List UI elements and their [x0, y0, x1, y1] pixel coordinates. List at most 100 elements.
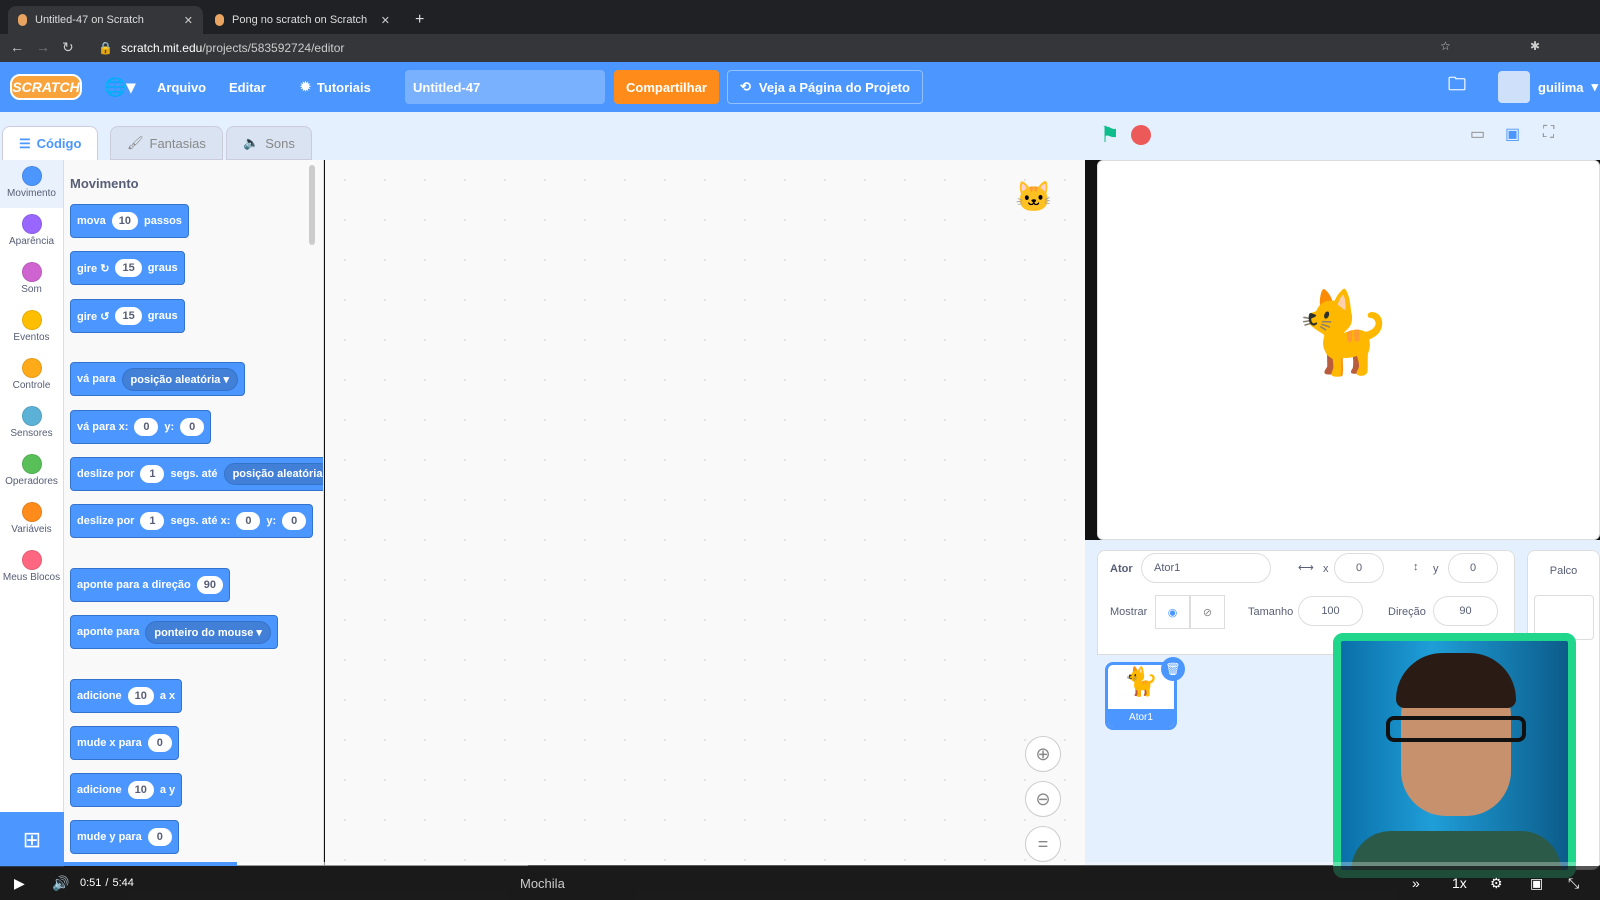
category-controle[interactable]: Controle — [0, 352, 63, 400]
stop-icon[interactable] — [1131, 125, 1151, 145]
sprite-thumbnail-name: Ator1 — [1108, 709, 1174, 727]
delete-sprite-trash-icon[interactable]: 🗑 — [1161, 657, 1185, 681]
play-icon[interactable]: ▶ — [14, 866, 25, 900]
block-input[interactable]: 15 — [115, 307, 142, 325]
block-text: a y — [159, 784, 176, 796]
reload-icon[interactable]: ↻ — [62, 39, 74, 56]
palette-scrollbar[interactable] — [309, 165, 315, 245]
motion-block[interactable]: adicione 10 a y — [70, 773, 183, 807]
category-dot-icon — [21, 454, 42, 474]
miniplayer-icon[interactable]: ▣ — [1530, 866, 1543, 900]
size-input[interactable]: 100 — [1298, 596, 1363, 626]
direction-input[interactable]: 90 — [1433, 596, 1498, 626]
add-extension-button[interactable]: ⊞ — [0, 812, 64, 867]
block-text: mude y para — [77, 831, 142, 843]
fullscreen-icon[interactable]: ⛶ — [1543, 124, 1554, 142]
motion-block[interactable]: gire ↻ 15 graus — [70, 251, 185, 285]
y-input[interactable]: 0 — [1448, 553, 1498, 583]
zoom-out-button[interactable]: ⊖ — [1025, 781, 1061, 817]
tab-label: Sons — [265, 135, 295, 151]
forward-icon[interactable]: → — [36, 39, 50, 55]
motion-block[interactable]: aponte para a direção 90 — [70, 568, 230, 602]
new-tab-button[interactable]: + — [405, 6, 434, 34]
small-stage-icon[interactable]: ▭ — [1470, 124, 1485, 144]
motion-block[interactable]: mude y para 0 — [70, 820, 179, 854]
category-sensores[interactable]: Sensores — [0, 400, 63, 448]
category-eventos[interactable]: Eventos — [0, 304, 63, 352]
motion-block[interactable]: aponte para ponteiro do mouse ▾ — [70, 615, 278, 649]
cat-sprite[interactable]: 🐈 — [1293, 286, 1393, 380]
menu-file[interactable]: Arquivo — [157, 62, 206, 112]
see-project-page-button[interactable]: ⟲ Veja a Página do Projeto — [727, 70, 923, 104]
extensions-icon[interactable]: ✱ — [1530, 39, 1540, 53]
motion-block[interactable]: mova 10 passos — [70, 204, 189, 238]
large-stage-icon[interactable]: ▣ — [1505, 124, 1520, 144]
block-input[interactable]: 1 — [140, 512, 165, 530]
scratch-logo[interactable]: SCRATCH — [10, 74, 82, 100]
category-aparência[interactable]: Aparência — [0, 208, 63, 256]
motion-block[interactable]: deslize por 1 segs. até posição aleatória — [70, 457, 323, 491]
motion-block[interactable]: mude x para 0 — [70, 726, 179, 760]
block-input[interactable]: 0 — [147, 828, 172, 846]
browser-tab[interactable]: Pong no scratch on Scratch ✕ — [205, 6, 400, 34]
back-icon[interactable]: ← — [10, 39, 24, 55]
block-input[interactable]: 15 — [115, 259, 142, 277]
block-dropdown[interactable]: posição aleatória ▾ — [121, 367, 238, 391]
close-tab-icon[interactable]: ✕ — [381, 14, 390, 27]
tab-sounds[interactable]: 🔈 Sons — [226, 126, 312, 160]
x-input[interactable]: 0 — [1334, 553, 1384, 583]
share-button[interactable]: Compartilhar — [614, 70, 719, 104]
exit-fullscreen-icon[interactable]: ⤡ — [1568, 866, 1579, 900]
star-icon[interactable]: ☆ — [1440, 39, 1451, 53]
language-globe-icon[interactable]: 🌐▾ — [104, 62, 135, 112]
block-input[interactable]: 0 — [180, 418, 205, 436]
block-input[interactable]: 90 — [196, 576, 223, 594]
block-input[interactable]: 0 — [282, 512, 307, 530]
block-text: graus — [147, 310, 178, 322]
motion-block[interactable]: deslize por 1 segs. até x: 0 y: 0 — [70, 504, 314, 538]
browser-tab[interactable]: Untitled-47 on Scratch ✕ — [8, 6, 203, 34]
backpack-label[interactable]: Mochila — [520, 866, 565, 900]
project-title-input[interactable] — [405, 70, 605, 104]
block-input[interactable]: 10 — [127, 687, 154, 705]
zoom-in-button[interactable]: ⊕ — [1025, 736, 1061, 772]
zoom-reset-button[interactable]: = — [1025, 826, 1061, 862]
tab-code[interactable]: ☰ Código — [2, 126, 99, 160]
category-label: Movimento — [7, 188, 56, 199]
playback-speed[interactable]: 1x — [1452, 866, 1467, 900]
motion-block[interactable]: vá para posição aleatória ▾ — [70, 362, 245, 396]
motion-block[interactable]: vá para x: 0 y: 0 — [70, 410, 212, 444]
code-workspace[interactable]: 🐱 ⊕ ⊖ = — [325, 160, 1085, 865]
category-movimento[interactable]: Movimento — [0, 160, 63, 208]
block-dropdown[interactable]: posição aleatória — [223, 463, 323, 485]
show-eye-icon[interactable]: ◉ — [1155, 595, 1190, 629]
block-input[interactable]: 10 — [111, 212, 138, 230]
block-input[interactable]: 1 — [140, 465, 165, 483]
motion-block[interactable]: gire ↺ 15 graus — [70, 299, 185, 333]
my-stuff-folder-icon[interactable]: 🗀 — [1448, 62, 1466, 112]
account-menu[interactable]: guilima ▾ — [1498, 62, 1598, 112]
stage[interactable]: 🐈 — [1097, 160, 1600, 540]
block-input[interactable]: 0 — [147, 734, 172, 752]
green-flag-icon[interactable]: ⚑ — [1100, 122, 1120, 148]
block-dropdown[interactable]: ponteiro do mouse ▾ — [145, 620, 271, 644]
category-som[interactable]: Som — [0, 256, 63, 304]
url-field[interactable]: 🔒 scratch.mit.edu/projects/583592724/edit… — [92, 37, 1392, 59]
block-input[interactable]: 0 — [236, 512, 261, 530]
motion-block[interactable]: adicione 10 a x — [70, 679, 183, 713]
block-input[interactable]: 10 — [127, 781, 154, 799]
category-operadores[interactable]: Operadores — [0, 448, 63, 496]
category-variáveis[interactable]: Variáveis — [0, 496, 63, 544]
skip-forward-icon[interactable]: » — [1412, 866, 1420, 900]
close-tab-icon[interactable]: ✕ — [184, 14, 193, 27]
sprite-name-input[interactable]: Ator1 — [1141, 553, 1271, 583]
volume-icon[interactable]: 🔊 — [52, 866, 69, 900]
category-meus-blocos[interactable]: Meus Blocos — [0, 544, 63, 592]
block-input[interactable]: 0 — [134, 418, 159, 436]
settings-gear-icon[interactable]: ⚙ — [1490, 866, 1503, 900]
hide-eye-icon[interactable]: ⊘ — [1190, 595, 1225, 629]
block-text: aponte para — [77, 626, 140, 638]
tab-costumes[interactable]: 🖌 Fantasias — [110, 126, 223, 160]
menu-edit[interactable]: Editar — [229, 62, 266, 112]
menu-tutorials[interactable]: ✹ Tutoriais — [300, 62, 371, 112]
